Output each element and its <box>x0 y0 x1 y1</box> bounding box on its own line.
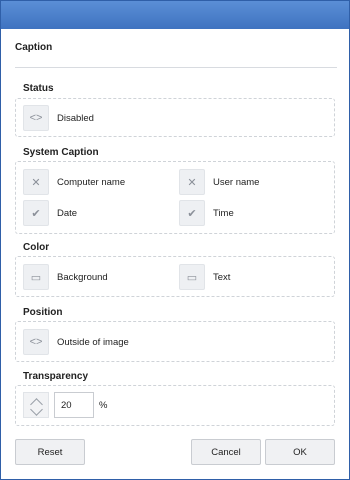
user-name-label: User name <box>213 176 260 188</box>
code-brackets-icon: <> <box>23 329 49 355</box>
transparency-input[interactable] <box>54 392 94 418</box>
position-label: Outside of image <box>57 336 129 348</box>
background-color-button[interactable]: ▭ Background <box>23 264 108 290</box>
position-outside-option[interactable]: <> Outside of image <box>23 329 129 355</box>
reset-button[interactable]: Reset <box>15 439 85 465</box>
date-label: Date <box>57 207 78 219</box>
text-color-button[interactable]: ▭ Text <box>179 264 230 290</box>
x-icon: ✕ <box>23 169 49 195</box>
check-icon: ✔ <box>179 200 205 226</box>
computer-name-label: Computer name <box>57 176 126 188</box>
status-group: <> Disabled <box>15 98 335 137</box>
divider <box>15 67 337 68</box>
color-group: ▭ Background ▭ Text <box>15 256 335 297</box>
computer-name-toggle[interactable]: ✕ Computer name <box>23 169 125 195</box>
position-section-title: Position <box>23 307 63 318</box>
title-bar[interactable] <box>1 1 349 29</box>
x-icon: ✕ <box>179 169 205 195</box>
text-label: Text <box>213 271 231 283</box>
dialog-window: Caption Status <> Disabled System Captio… <box>0 0 350 480</box>
percent-unit: % <box>99 400 108 411</box>
date-toggle[interactable]: ✔ Date <box>23 200 77 226</box>
window-icon: ▭ <box>179 264 205 290</box>
position-group: <> Outside of image <box>15 321 335 362</box>
system-caption-section-title: System Caption <box>23 147 99 158</box>
background-label: Background <box>57 271 108 283</box>
transparency-section-title: Transparency <box>23 371 89 382</box>
code-brackets-icon: <> <box>23 105 49 131</box>
status-disabled-option[interactable]: <> Disabled <box>23 105 94 131</box>
status-disabled-label: Disabled <box>57 112 94 124</box>
ok-button[interactable]: OK <box>265 439 335 465</box>
dialog-caption-title: Caption <box>15 42 53 53</box>
time-toggle[interactable]: ✔ Time <box>179 200 234 226</box>
system-caption-group: ✕ Computer name ✕ User name ✔ Date ✔ Tim… <box>15 161 335 234</box>
check-icon: ✔ <box>23 200 49 226</box>
color-section-title: Color <box>23 242 50 253</box>
user-name-toggle[interactable]: ✕ User name <box>179 169 259 195</box>
status-section-title: Status <box>23 83 54 94</box>
time-label: Time <box>213 207 234 219</box>
window-icon: ▭ <box>23 264 49 290</box>
transparency-spinner[interactable] <box>23 392 49 418</box>
cancel-button[interactable]: Cancel <box>191 439 261 465</box>
